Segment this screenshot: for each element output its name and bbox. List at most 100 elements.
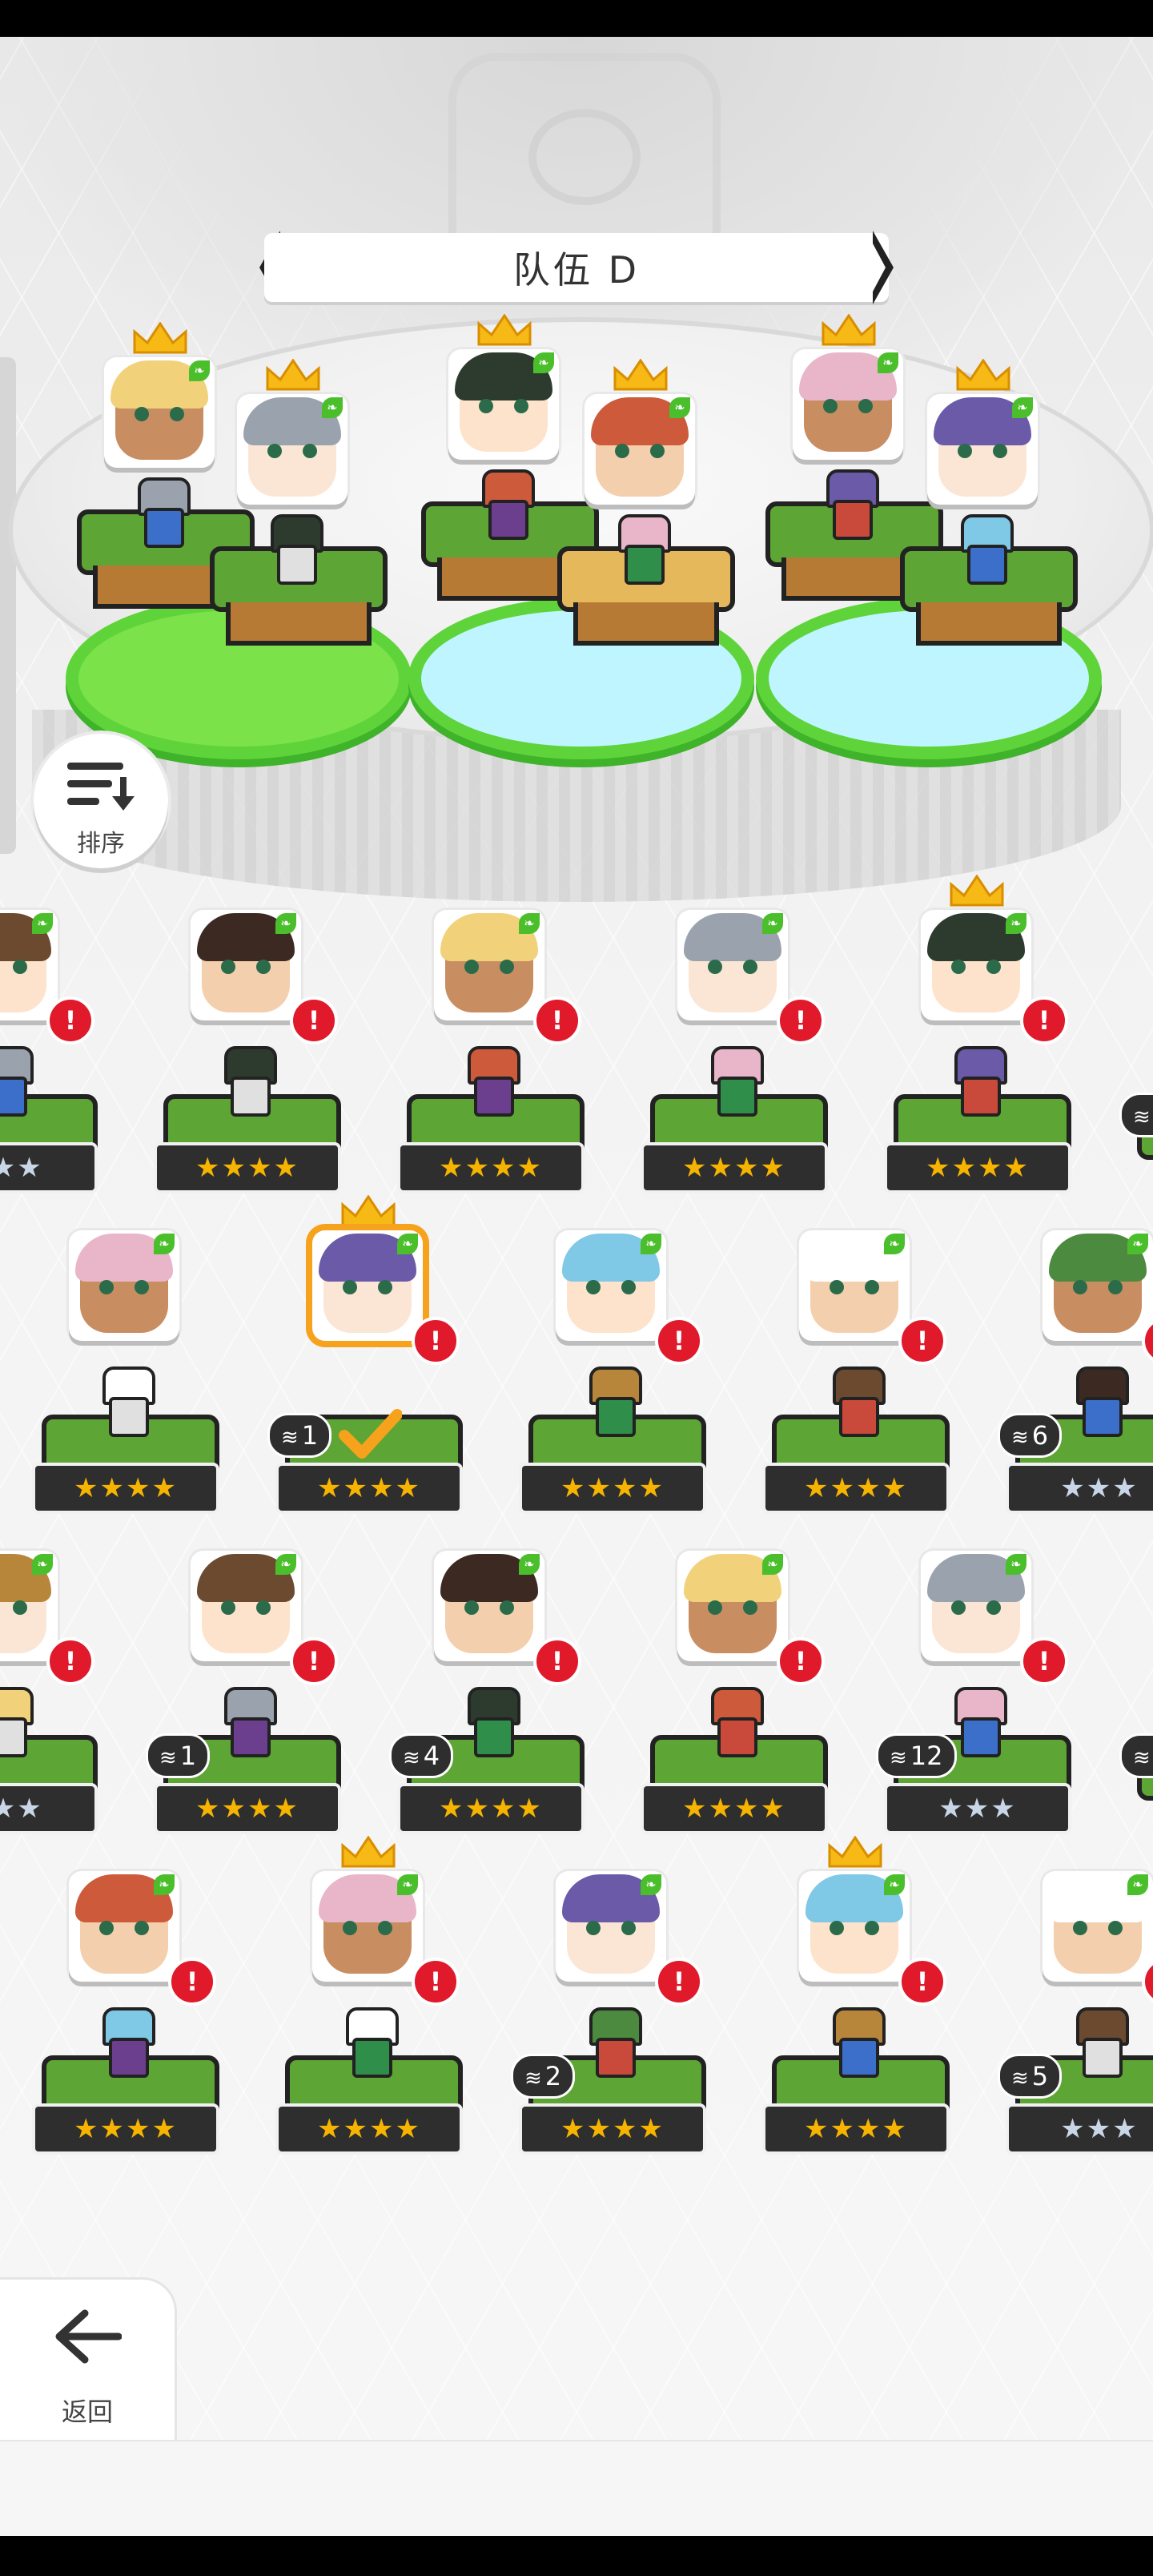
next-team-arrow-icon[interactable] bbox=[870, 227, 897, 308]
character-eye bbox=[170, 407, 184, 421]
stack-icon: ≋ bbox=[1133, 1746, 1151, 1770]
character-sprite bbox=[953, 514, 1015, 585]
roster-character[interactable]: ❧! ★★★★ ≋ 1 bbox=[267, 1195, 463, 1535]
alert-badge: ! bbox=[898, 1958, 946, 2006]
crown-icon bbox=[956, 359, 1010, 391]
character-sprite bbox=[216, 1046, 279, 1117]
roster-character[interactable]: ❧≋7 bbox=[1119, 910, 1153, 1214]
character-portrait[interactable]: ❧ bbox=[921, 910, 1031, 1020]
team-member-slot[interactable]: ❧ bbox=[549, 359, 735, 698]
team-member-slot[interactable]: ❧ bbox=[202, 359, 388, 698]
team-formation-screen: 队伍 D ❧❧❧❧❧❧ 排序 ❧!★★★❧!★★★★❧!★★★★❧!★★★★❧!… bbox=[0, 37, 1153, 2440]
character-portrait[interactable]: ❧ bbox=[799, 1871, 910, 1982]
stack-icon: ≋ bbox=[159, 1746, 177, 1770]
character-portrait[interactable]: ❧ bbox=[312, 1230, 423, 1341]
team-member-slot[interactable]: ❧ bbox=[892, 359, 1078, 698]
character-eye bbox=[621, 1921, 636, 1935]
crown-icon bbox=[822, 314, 876, 346]
character-sprite bbox=[0, 1046, 35, 1117]
duplicate-count: 6 bbox=[1031, 1420, 1049, 1451]
character-portrait[interactable]: ❧ bbox=[677, 1551, 788, 1661]
star-rating: ★★★ bbox=[0, 1783, 98, 1834]
roster-character[interactable]: ❧! ★★★★ bbox=[397, 910, 585, 1214]
character-sprite bbox=[581, 1366, 644, 1437]
sprite-body bbox=[961, 1717, 1001, 1757]
character-portrait[interactable]: ❧ bbox=[104, 357, 215, 468]
roster-character[interactable]: ❧! ★★★ bbox=[0, 1551, 98, 1855]
arrow-left-icon bbox=[55, 2309, 122, 2364]
stack-icon: ≋ bbox=[1133, 1105, 1151, 1129]
crown-icon bbox=[341, 1836, 396, 1868]
roster-character[interactable]: ❧! ★★★★ bbox=[762, 1230, 950, 1535]
back-button[interactable]: 返回 bbox=[0, 2280, 175, 2440]
roster-character[interactable]: ❧≋1 bbox=[1119, 1551, 1153, 1855]
roster-character[interactable]: ❧! ★★★ bbox=[0, 910, 98, 1214]
character-portrait[interactable]: ❧ bbox=[191, 910, 301, 1020]
roster-character[interactable]: ❧! ★★★★ ≋ 4 bbox=[389, 1551, 585, 1855]
character-eye bbox=[135, 1921, 149, 1935]
roster-character[interactable]: ❧! ★★★★ bbox=[641, 910, 828, 1214]
character-portrait[interactable]: ❧ bbox=[921, 1551, 1031, 1661]
stack-icon: ≋ bbox=[524, 2067, 542, 2091]
roster-character[interactable]: ❧! ★★★★ bbox=[275, 1836, 463, 2176]
star-rating: ★★★★ bbox=[397, 1142, 585, 1193]
roster-character[interactable]: ❧! ★★★ ≋ 12 bbox=[876, 1551, 1071, 1855]
leaf-icon: ❧ bbox=[641, 1874, 661, 1895]
character-eye bbox=[135, 1280, 149, 1294]
character-portrait[interactable]: ❧ bbox=[434, 910, 544, 1020]
character-portrait[interactable]: ❧ bbox=[1043, 1230, 1153, 1341]
leaf-icon: ❧ bbox=[397, 1874, 418, 1895]
character-eye bbox=[221, 960, 235, 974]
character-portrait[interactable]: ❧ bbox=[585, 394, 695, 505]
leaf-icon: ❧ bbox=[762, 1554, 783, 1575]
roster-character[interactable]: ❧!★★★≋6 bbox=[998, 1230, 1153, 1535]
roster-character[interactable]: ❧! ★★★★ ≋ 1 bbox=[146, 1551, 341, 1855]
star-rating: ★★★★ bbox=[641, 1142, 828, 1193]
character-eye bbox=[743, 960, 757, 974]
star-rating: ★★★★ bbox=[762, 2103, 950, 2155]
roster-character[interactable]: ❧! ★★★★ bbox=[32, 1871, 219, 2176]
sort-button[interactable]: 排序 bbox=[34, 734, 168, 868]
character-portrait[interactable]: ❧ bbox=[799, 1230, 910, 1341]
character-eye bbox=[958, 444, 972, 458]
sprite-body bbox=[1083, 2038, 1123, 2078]
character-portrait[interactable]: ❧ bbox=[556, 1230, 666, 1341]
character-portrait[interactable]: ❧ bbox=[556, 1871, 666, 1982]
side-drawer-handle[interactable] bbox=[0, 357, 16, 854]
character-eye bbox=[99, 1921, 114, 1935]
character-portrait[interactable]: ❧ bbox=[448, 349, 559, 460]
character-eye bbox=[708, 1600, 722, 1615]
character-portrait[interactable]: ❧ bbox=[0, 1551, 58, 1661]
character-portrait[interactable]: ❧ bbox=[237, 394, 348, 505]
duplicate-count: 12 bbox=[910, 1741, 943, 1771]
roster-character[interactable]: ❧!★★★≋5 bbox=[998, 1871, 1153, 2176]
character-portrait[interactable]: ❧ bbox=[69, 1871, 179, 1982]
roster-character[interactable]: ❧! ★★★★ bbox=[762, 1836, 950, 2176]
character-sprite bbox=[216, 1687, 279, 1757]
roster-character[interactable]: ❧! ★★★★ bbox=[154, 910, 341, 1214]
roster-character[interactable]: ❧! ★★★★ ≋ 2 bbox=[511, 1871, 706, 2176]
roster-character[interactable]: ❧! ★★★★ bbox=[884, 875, 1071, 1214]
duplicate-count: 1 bbox=[179, 1741, 197, 1771]
character-portrait[interactable]: ❧ bbox=[793, 349, 903, 460]
character-portrait[interactable]: ❧ bbox=[312, 1871, 423, 1982]
sprite-body bbox=[109, 1397, 149, 1437]
star-rating: ★★★★ bbox=[32, 2103, 219, 2155]
character-portrait[interactable]: ❧ bbox=[69, 1230, 179, 1341]
duplicate-count-badge: ≋1 bbox=[146, 1733, 211, 1778]
bottom-bar bbox=[0, 2440, 1153, 2538]
roster-character[interactable]: ❧ ★★★★ bbox=[32, 1230, 219, 1535]
character-portrait[interactable]: ❧ bbox=[434, 1551, 544, 1661]
character-portrait[interactable]: ❧ bbox=[677, 910, 788, 1020]
sprite-body bbox=[0, 1077, 27, 1117]
character-portrait[interactable]: ❧ bbox=[1043, 1871, 1153, 1982]
leaf-icon: ❧ bbox=[669, 397, 690, 418]
character-portrait[interactable]: ❧ bbox=[0, 910, 58, 1020]
roster-character[interactable]: ❧! ★★★★ bbox=[519, 1230, 706, 1535]
character-portrait[interactable]: ❧ bbox=[191, 1551, 301, 1661]
roster-character[interactable]: ❧! ★★★★ bbox=[641, 1551, 828, 1855]
sprite-body bbox=[839, 2038, 879, 2078]
character-sprite bbox=[703, 1046, 765, 1117]
duplicate-count-badge: ≋ 6 bbox=[998, 1413, 1063, 1458]
character-portrait[interactable]: ❧ bbox=[927, 394, 1038, 505]
